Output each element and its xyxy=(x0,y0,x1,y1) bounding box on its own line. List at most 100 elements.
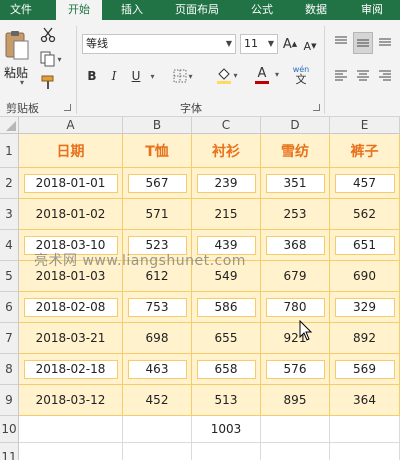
table-cell[interactable]: 895 xyxy=(261,385,330,416)
align-middle-button[interactable] xyxy=(353,32,373,54)
grid-cell[interactable] xyxy=(19,416,123,443)
table-cell[interactable]: 549 xyxy=(192,261,261,292)
table-cell[interactable]: 329 xyxy=(330,292,400,323)
select-all-corner[interactable] xyxy=(0,117,19,134)
bold-button[interactable]: B xyxy=(84,66,100,86)
table-cell[interactable]: 215 xyxy=(192,199,261,230)
decrease-font-size-icon[interactable]: A ▼ xyxy=(302,36,318,56)
row-header-11[interactable]: 11 xyxy=(0,443,19,460)
table-cell[interactable]: 253 xyxy=(261,199,330,230)
row-header-9[interactable]: 9 xyxy=(0,385,19,416)
italic-button[interactable]: I xyxy=(106,66,122,86)
row-header-3[interactable]: 3 xyxy=(0,199,19,230)
tab-review[interactable]: 审阅 xyxy=(352,0,392,20)
column-header-c[interactable]: C xyxy=(192,117,261,134)
grid-cell[interactable] xyxy=(261,443,330,460)
table-cell[interactable]: 892 xyxy=(330,323,400,354)
fill-color-button[interactable]: ▾ xyxy=(212,64,242,86)
row-header-6[interactable]: 6 xyxy=(0,292,19,323)
table-cell[interactable]: 698 xyxy=(123,323,192,354)
tab-home[interactable]: 开始 xyxy=(56,0,102,20)
increase-font-size-icon[interactable]: A ▲ xyxy=(282,34,298,54)
table-cell[interactable]: 586 xyxy=(192,292,261,323)
font-launcher-icon[interactable] xyxy=(313,104,320,111)
grid-cell[interactable] xyxy=(261,416,330,443)
table-cell[interactable]: 780 xyxy=(261,292,330,323)
tab-formulas[interactable]: 公式 xyxy=(244,0,280,20)
row-header-4[interactable]: 4 xyxy=(0,230,19,261)
underline-button[interactable]: U xyxy=(128,66,144,86)
tab-page-layout[interactable]: 页面布局 xyxy=(168,0,226,20)
row-header-8[interactable]: 8 xyxy=(0,354,19,385)
table-cell[interactable]: 523 xyxy=(123,230,192,261)
table-cell[interactable]: 612 xyxy=(123,261,192,292)
table-cell[interactable]: 651 xyxy=(330,230,400,261)
grid-cell[interactable] xyxy=(19,443,123,460)
grid-cell[interactable] xyxy=(192,443,261,460)
table-cell[interactable]: 2018-03-21 xyxy=(19,323,123,354)
column-header-a[interactable]: A xyxy=(19,117,123,134)
font-color-button[interactable]: A xyxy=(248,64,276,86)
paste-dropdown-icon[interactable]: ▾ xyxy=(20,78,24,87)
table-cell[interactable]: 753 xyxy=(123,292,192,323)
row-header-2[interactable]: 2 xyxy=(0,168,19,199)
table-cell[interactable]: 239 xyxy=(192,168,261,199)
font-name-combo[interactable]: 等线 ▼ xyxy=(82,34,236,54)
align-right-button[interactable] xyxy=(376,66,394,84)
row-header-5[interactable]: 5 xyxy=(0,261,19,292)
grid-cell[interactable] xyxy=(123,416,192,443)
paste-button[interactable] xyxy=(2,26,32,64)
underline-dropdown-icon[interactable]: ▾ xyxy=(146,66,158,86)
table-cell[interactable]: 2018-01-01 xyxy=(19,168,123,199)
table-cell[interactable]: 351 xyxy=(261,168,330,199)
tab-file[interactable]: 文件 xyxy=(4,0,38,20)
table-cell[interactable]: 2018-03-12 xyxy=(19,385,123,416)
cell-c10[interactable]: 1003 xyxy=(192,416,261,443)
table-cell[interactable]: 513 xyxy=(192,385,261,416)
grid-cell[interactable] xyxy=(330,443,400,460)
copy-button[interactable]: ▾ xyxy=(38,50,64,68)
borders-button[interactable]: ▾ xyxy=(170,66,196,86)
table-cell[interactable]: 576 xyxy=(261,354,330,385)
table-header-cell[interactable]: 日期 xyxy=(19,134,123,168)
clipboard-launcher-icon[interactable] xyxy=(64,104,71,111)
paste-label[interactable]: 粘贴 xyxy=(4,64,28,81)
align-top-button[interactable] xyxy=(332,32,350,50)
table-cell[interactable]: 655 xyxy=(192,323,261,354)
table-cell[interactable]: 2018-01-02 xyxy=(19,199,123,230)
row-header-10[interactable]: 10 xyxy=(0,416,19,443)
row-header-7[interactable]: 7 xyxy=(0,323,19,354)
cut-button[interactable] xyxy=(38,26,58,44)
table-cell[interactable]: 457 xyxy=(330,168,400,199)
table-cell[interactable]: 463 xyxy=(123,354,192,385)
table-cell[interactable]: 571 xyxy=(123,199,192,230)
table-cell[interactable]: 921 xyxy=(261,323,330,354)
table-cell[interactable]: 368 xyxy=(261,230,330,261)
align-center-button[interactable] xyxy=(354,66,372,84)
font-size-combo[interactable]: 11 ▼ xyxy=(240,34,278,54)
table-cell[interactable]: 2018-01-03 xyxy=(19,261,123,292)
align-bottom-button[interactable] xyxy=(376,32,394,50)
table-header-cell[interactable]: 衬衫 xyxy=(192,134,261,168)
column-header-e[interactable]: E xyxy=(330,117,400,134)
table-cell[interactable]: 452 xyxy=(123,385,192,416)
column-header-d[interactable]: D xyxy=(261,117,330,134)
column-header-b[interactable]: B xyxy=(123,117,192,134)
format-painter-button[interactable] xyxy=(38,74,58,92)
tab-data[interactable]: 数据 xyxy=(296,0,336,20)
table-header-cell[interactable]: 雪纺 xyxy=(261,134,330,168)
table-cell[interactable]: 658 xyxy=(192,354,261,385)
grid-cell[interactable] xyxy=(123,443,192,460)
table-cell[interactable]: 2018-03-10 xyxy=(19,230,123,261)
table-cell[interactable]: 567 xyxy=(123,168,192,199)
grid-cell[interactable] xyxy=(330,416,400,443)
table-cell[interactable]: 569 xyxy=(330,354,400,385)
table-cell[interactable]: 439 xyxy=(192,230,261,261)
align-left-button[interactable] xyxy=(332,66,350,84)
table-cell[interactable]: 562 xyxy=(330,199,400,230)
spreadsheet-grid[interactable]: A B C D E 1 2 3 4 5 6 7 8 9 10 11 日期 T恤 衬衫 雪纺 裤子 2018-01-01 56… xyxy=(0,117,400,460)
phonetic-guide-button[interactable]: wén 文 xyxy=(288,62,314,88)
table-cell[interactable]: 364 xyxy=(330,385,400,416)
font-color-dropdown-icon[interactable]: ▾ xyxy=(275,70,279,79)
row-header-1[interactable]: 1 xyxy=(0,134,19,168)
